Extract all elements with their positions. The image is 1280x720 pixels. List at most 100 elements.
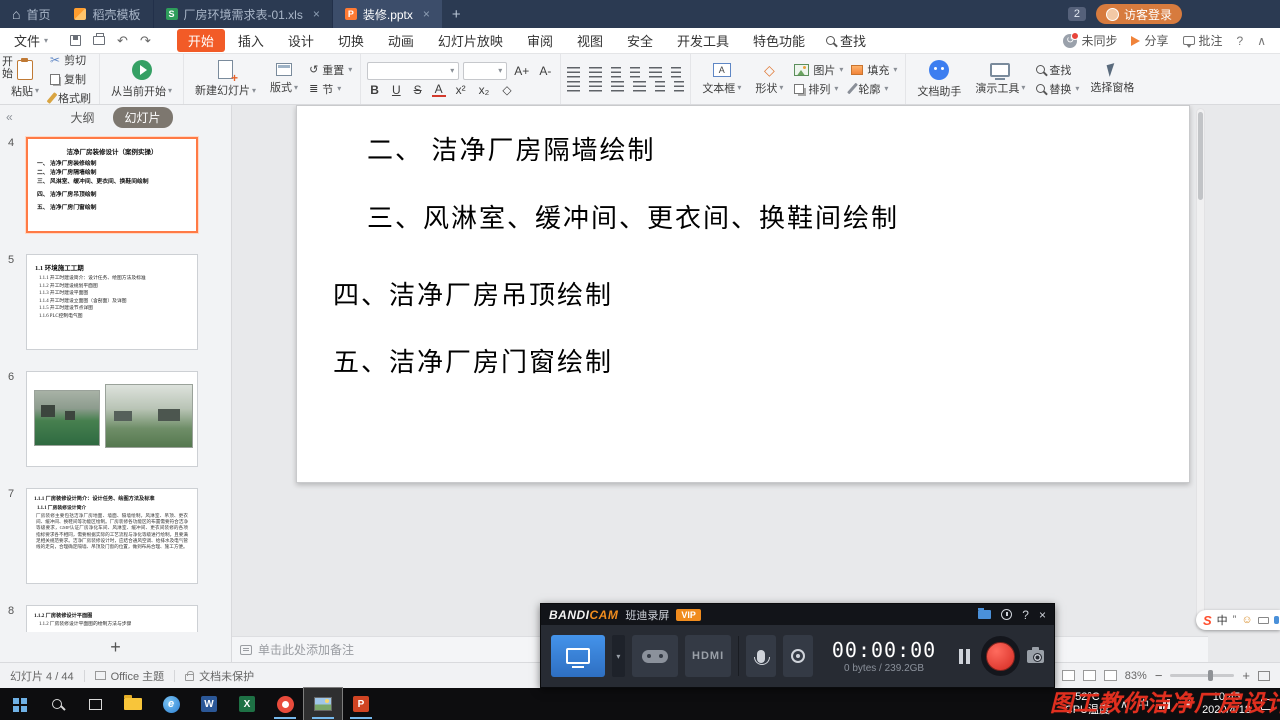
collapse-ribbon-icon[interactable]: ∧ [1257,34,1266,48]
screen-recording-mode-button[interactable] [551,635,606,677]
ime-indicator[interactable]: 中 [1138,696,1149,712]
tab-insert[interactable]: 插入 [227,29,275,52]
decrease-font-button[interactable]: A- [536,64,554,78]
bullet-list-icon[interactable] [567,66,581,78]
screenshot-button[interactable] [1026,646,1045,663]
arrange-button[interactable]: 排列 ▾ [792,81,845,97]
font-color-button[interactable]: A [431,83,446,97]
sync-status-button[interactable]: ↺ 未同步 [1063,31,1117,49]
minimized-windows-badge[interactable]: 2 [1067,7,1086,21]
bandicam-titlebar[interactable]: BANDICAM 班迪录屏 VIP ? × [541,604,1054,625]
cpu-temp-widget[interactable]: 52°C CPU温度 [1065,691,1110,717]
subscript-button[interactable]: x₂ [476,83,493,97]
tab-review[interactable]: 审阅 [516,29,564,52]
photos-app-button[interactable] [303,687,343,720]
scrollbar-thumb[interactable] [1198,112,1203,200]
powerpoint-button[interactable]: P [342,688,380,720]
slide-editing-surface[interactable]: 二、 洁净厂房隔墙绘制 三、风淋室、缓冲间、更衣间、换鞋间绘制 四、洁净厂房吊顶… [296,105,1190,483]
layout-button[interactable]: 版式 ▾ [265,63,303,95]
visitor-login-button[interactable]: 访客登录 [1095,4,1182,24]
add-slide-button[interactable]: + [94,637,137,658]
share-button[interactable]: 分享 [1131,32,1169,49]
file-explorer-button[interactable] [114,688,152,720]
slide-thumbnail-6[interactable] [26,371,198,467]
network-icon[interactable] [1159,699,1171,709]
tab-outline[interactable]: 大纲 [58,107,106,128]
slide-text-line[interactable]: 三、风淋室、缓冲间、更衣间、换鞋间绘制 [367,198,899,235]
close-tab-icon[interactable]: × [423,7,430,21]
pause-button[interactable] [955,648,974,664]
ime-language-toggle[interactable]: 中 [1217,612,1228,628]
mode-dropdown-button[interactable]: ▾ [612,635,625,677]
copy-button[interactable]: 复制 [48,71,93,87]
fill-button[interactable]: 填充 ▾ [849,62,899,78]
slide-text-line[interactable]: 四、洁净厂房吊顶绘制 [333,275,613,312]
shapes-button[interactable]: ◇ 形状 ▾ [750,63,788,96]
clock-widget[interactable]: 10:45 2020/4/18 [1202,691,1251,717]
device-recording-mode-button[interactable]: HDMI [684,635,732,677]
textbox-button[interactable]: A 文本框 ▾ [697,62,746,96]
slide-thumbnail-8[interactable]: 1.1.2 厂房装修设计平面图 1.1.2 厂房装修设计平面图的绘制方法与步骤 [26,605,198,632]
slide-thumbnail-7[interactable]: 1.1.1 厂房装修设计简介：设计任务、绘图方法及标准 1.1.1 厂房装修设计… [26,488,198,584]
superscript-button[interactable]: x² [453,83,469,97]
justify-icon[interactable] [633,80,647,92]
play-from-current-button[interactable]: 从当前开始 ▾ [106,59,177,99]
reading-view-icon[interactable] [1082,670,1096,681]
close-tab-icon[interactable]: × [313,7,320,21]
sogou-ime-bar[interactable]: S 中 ” ☺ [1196,610,1280,630]
line-spacing-icon[interactable] [649,66,663,78]
new-slide-button[interactable]: 新建幻灯片▾ [190,60,261,98]
action-center-icon[interactable] [1261,698,1274,710]
tab-security[interactable]: 安全 [616,29,664,52]
theme-indicator[interactable]: Office 主题 [85,668,175,684]
tab-start[interactable]: 开始 [176,29,225,52]
slide-thumbnail-5[interactable]: 1.1 环境施工工期 1.1.1 开工时建设简介：设计任务、绘图方法及标准 1.… [26,254,198,350]
align-center-icon[interactable] [589,80,603,92]
file-menu[interactable]: 文件 ▾ [0,31,58,50]
zoom-slider[interactable] [1170,670,1235,681]
increase-indent-icon[interactable] [630,66,641,78]
collapse-panel-icon[interactable]: « [6,110,13,124]
redo-icon[interactable]: ↷ [140,33,151,49]
replace-button[interactable]: 替换 ▾ [1034,81,1081,97]
mic-icon[interactable] [1273,616,1279,624]
tab-design[interactable]: 设计 [277,29,325,52]
tab-document-xls[interactable]: S 厂房环境需求表-01.xls × [152,0,332,28]
close-icon[interactable]: × [1039,608,1046,622]
word-button[interactable]: W [190,688,228,720]
tab-view[interactable]: 视图 [566,29,614,52]
volume-icon[interactable] [1180,700,1191,708]
start-button[interactable] [0,688,38,720]
taskbar-search-button[interactable] [38,688,76,720]
record-button[interactable] [981,636,1020,676]
tab-slides[interactable]: 幻灯片 [112,106,173,128]
decrease-indent-icon[interactable] [611,66,622,78]
outline-button[interactable]: 轮廓 ▾ [847,81,899,97]
tab-features[interactable]: 特色功能 [742,29,816,52]
font-family-select[interactable]: ▾ [367,61,460,80]
tab-document-pptx[interactable]: P 装修.pptx × [331,0,442,28]
vertical-scrollbar[interactable] [1196,108,1205,630]
fit-window-icon[interactable] [1258,670,1270,681]
underline-button[interactable]: U [389,83,404,97]
highlight-button[interactable]: ◇ [499,83,514,97]
cut-button[interactable]: ✂ 剪切 [48,52,93,68]
doc-assistant-button[interactable]: 文档助手 [912,59,966,99]
help-icon[interactable]: ? [1022,608,1029,622]
keyboard-icon[interactable] [1257,616,1269,624]
columns-icon[interactable] [674,80,685,92]
zoom-out-button[interactable]: − [1155,668,1163,683]
align-left-icon[interactable] [567,80,581,92]
emoji-icon[interactable]: ☺ [1241,614,1252,626]
strikethrough-button[interactable]: S [411,83,425,97]
tab-transition[interactable]: 切换 [327,29,375,52]
browser-button[interactable]: e [152,688,190,720]
print-icon[interactable] [93,33,106,45]
tray-expand-icon[interactable]: ∧ [1120,698,1128,711]
distribute-icon[interactable] [655,80,666,92]
new-tab-button[interactable]: + [442,6,471,23]
font-size-select[interactable]: ▾ [463,61,508,80]
slideshow-view-icon[interactable] [1103,670,1117,681]
increase-font-button[interactable]: A+ [511,64,532,78]
find-button[interactable]: 查找 [1034,62,1081,78]
